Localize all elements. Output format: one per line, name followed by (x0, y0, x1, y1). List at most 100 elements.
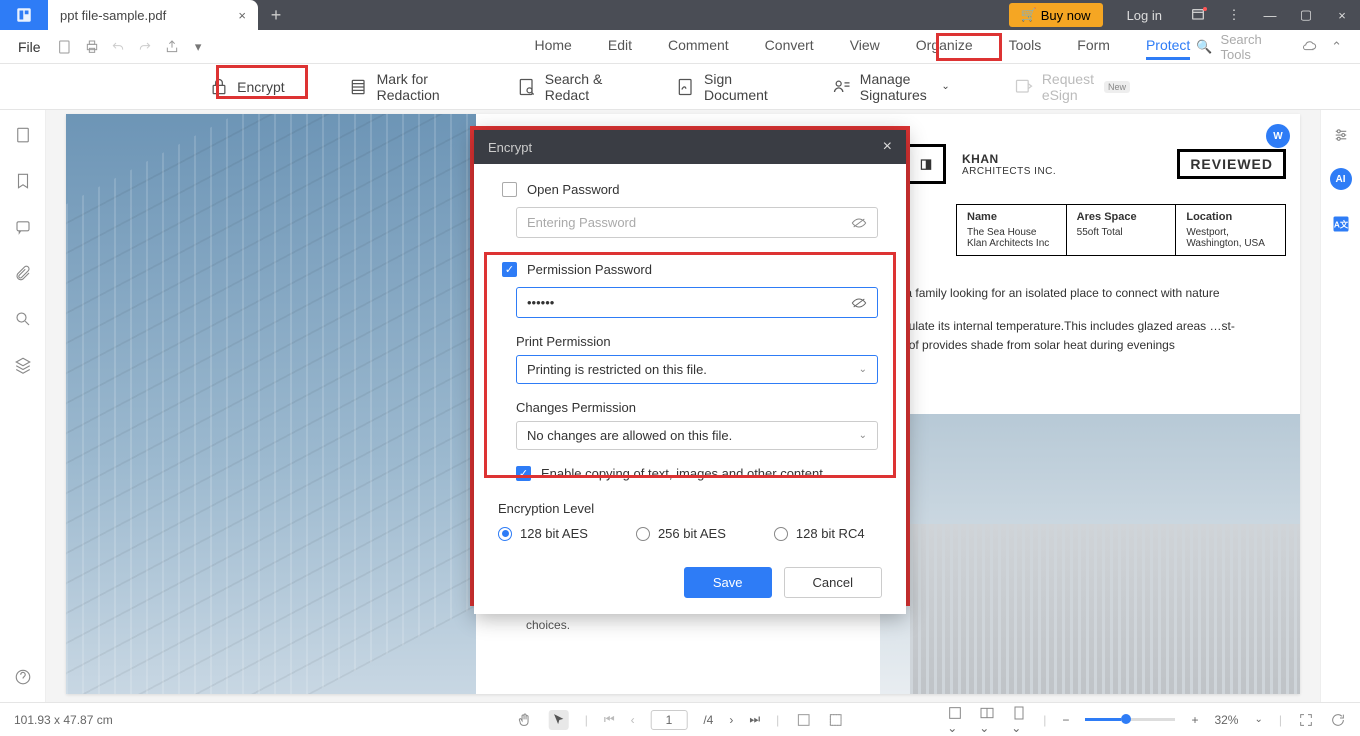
cart-icon: 🛒 (1021, 7, 1037, 23)
share-qa-icon[interactable] (161, 34, 182, 60)
zoom-chevron-icon[interactable]: ⌄ (1254, 714, 1262, 725)
last-page-icon[interactable]: ⏭ (749, 712, 760, 727)
thumbnails-icon[interactable] (14, 126, 32, 144)
cursor-position: 101.93 x 47.87 cm (14, 713, 113, 727)
first-page-icon[interactable]: ⏮ (604, 712, 615, 727)
enc-128-aes-radio[interactable]: 128 bit AES (498, 526, 588, 541)
help-icon[interactable] (14, 668, 32, 686)
hand-tool-icon[interactable] (517, 712, 533, 728)
minimize-icon[interactable]: — (1252, 0, 1288, 30)
encrypt-dialog: Encrypt × Open Password Entering Passwor… (474, 130, 906, 614)
save-qa-icon[interactable] (55, 34, 76, 60)
search-tools[interactable]: 🔍 Search Tools (1196, 32, 1275, 62)
eye-icon[interactable] (851, 217, 867, 229)
cancel-button[interactable]: Cancel (784, 567, 882, 598)
print-permission-select[interactable]: Printing is restricted on this file. ⌄ (516, 355, 878, 384)
fit-page-icon[interactable] (795, 712, 811, 728)
bookmarks-icon[interactable] (14, 172, 32, 190)
main-menu-tabs: Home Edit Comment Convert View Organize … (535, 33, 1191, 60)
zoom-out-icon[interactable]: − (1062, 713, 1069, 727)
undo-qa-icon[interactable] (108, 34, 129, 60)
enc-256-aes-radio[interactable]: 256 bit AES (636, 526, 726, 541)
menu-edit[interactable]: Edit (608, 33, 632, 60)
building-image-right (880, 414, 1300, 694)
cloud-icon[interactable] (1301, 39, 1317, 55)
close-tab-icon[interactable]: × (238, 8, 246, 23)
maximize-icon[interactable]: ▢ (1288, 0, 1324, 30)
sign-icon (676, 77, 696, 97)
chevron-down-icon: ⌄ (859, 364, 867, 375)
enable-copying-checkbox[interactable]: ✓ (516, 466, 531, 481)
permission-password-label: Permission Password (527, 262, 652, 277)
read-mode-icon[interactable]: ⌄ (979, 705, 995, 735)
select-tool-icon[interactable] (549, 710, 569, 730)
menu-view[interactable]: View (850, 33, 880, 60)
changes-permission-label: Changes Permission (516, 400, 882, 415)
scroll-mode-icon[interactable]: ⌄ (1011, 705, 1027, 735)
permission-password-checkbox[interactable]: ✓ (502, 262, 517, 277)
comments-icon[interactable] (14, 218, 32, 236)
enc-128-rc4-radio[interactable]: 128 bit RC4 (774, 526, 865, 541)
file-menu[interactable]: File (18, 39, 41, 55)
ai-assistant-icon[interactable]: AI (1330, 168, 1352, 190)
chevron-down-icon: ⌄ (859, 430, 867, 441)
save-button[interactable]: Save (684, 567, 772, 598)
menu-tools[interactable]: Tools (1009, 33, 1042, 60)
eye-icon[interactable] (851, 297, 867, 309)
zoom-slider[interactable] (1085, 718, 1175, 721)
zoom-value[interactable]: 32% (1214, 713, 1238, 727)
manage-signatures-button[interactable]: Manage Signatures ⌄ (822, 65, 960, 109)
status-bar: 101.93 x 47.87 cm | ⏮ ‹ 1 /4 › ⏭ | ⌄ ⌄ ⌄… (0, 702, 1360, 736)
encrypt-button[interactable]: Encrypt (199, 71, 294, 103)
app-logo-icon[interactable] (0, 0, 48, 30)
login-button[interactable]: Log in (1109, 0, 1180, 30)
fullscreen-icon[interactable] (1298, 712, 1314, 728)
manage-sig-icon (832, 77, 852, 97)
new-tab-button[interactable]: + (258, 0, 294, 30)
open-password-input[interactable]: Entering Password (516, 207, 878, 238)
print-permission-label: Print Permission (516, 334, 882, 349)
view-mode-icon[interactable]: ⌄ (947, 705, 963, 735)
menu-protect[interactable]: Protect (1146, 33, 1190, 60)
more-icon[interactable]: ⋮ (1216, 0, 1252, 30)
search-panel-icon[interactable] (14, 310, 32, 328)
menu-form[interactable]: Form (1077, 33, 1110, 60)
close-window-icon[interactable]: × (1324, 0, 1360, 30)
fit-width-icon[interactable] (827, 712, 843, 728)
print-qa-icon[interactable] (81, 34, 102, 60)
zoom-in-icon[interactable]: + (1191, 713, 1198, 727)
properties-icon[interactable] (1332, 126, 1350, 144)
menubar: File ▾ Home Edit Comment Convert View Or… (0, 30, 1360, 64)
lock-icon (209, 77, 229, 97)
dialog-close-icon[interactable]: × (883, 138, 892, 156)
menu-convert[interactable]: Convert (765, 33, 814, 60)
document-tab[interactable]: ppt file-sample.pdf × (48, 0, 258, 30)
dialog-titlebar[interactable]: Encrypt × (474, 130, 906, 164)
enable-copying-label: Enable copying of text, images and other… (541, 466, 823, 481)
request-esign-button[interactable]: Request eSign New (1004, 65, 1140, 109)
collapse-ribbon-icon[interactable]: ⌃ (1331, 39, 1342, 55)
buy-now-button[interactable]: 🛒 Buy now (1009, 3, 1103, 27)
mark-redaction-button[interactable]: Mark for Redaction (339, 65, 463, 109)
reviewed-stamp: REVIEWED (1177, 149, 1286, 179)
search-redact-button[interactable]: Search & Redact (507, 65, 622, 109)
permission-password-input[interactable]: •••••• (516, 287, 878, 318)
redo-qa-icon[interactable] (135, 34, 156, 60)
menu-home[interactable]: Home (535, 33, 572, 60)
menu-organize[interactable]: Organize (916, 33, 973, 60)
prev-page-icon[interactable]: ‹ (631, 713, 635, 727)
next-page-icon[interactable]: › (729, 713, 733, 727)
notifications-icon[interactable] (1180, 0, 1216, 30)
info-table: NameThe Sea House Klan Architects Inc Ar… (956, 204, 1286, 256)
translate-icon[interactable]: A文 (1331, 214, 1351, 234)
sign-document-button[interactable]: Sign Document (666, 65, 778, 109)
reload-icon[interactable] (1330, 712, 1346, 728)
page-input[interactable]: 1 (651, 710, 688, 730)
layers-icon[interactable] (14, 356, 32, 374)
open-password-checkbox[interactable] (502, 182, 517, 197)
attachments-icon[interactable] (14, 264, 32, 282)
menu-comment[interactable]: Comment (668, 33, 729, 60)
dropdown-chevron-icon: ⌄ (941, 81, 949, 92)
changes-permission-select[interactable]: No changes are allowed on this file. ⌄ (516, 421, 878, 450)
customize-qa-icon[interactable]: ▾ (188, 34, 209, 60)
